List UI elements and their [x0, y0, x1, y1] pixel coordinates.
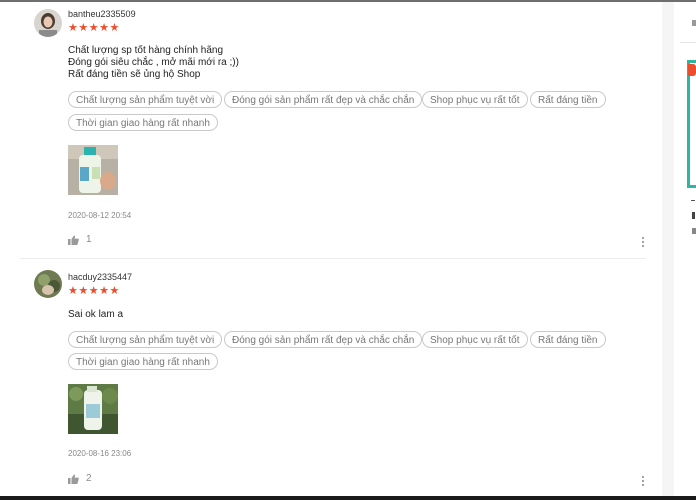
review-tag[interactable]: Shop phục vụ rất tốt [422, 91, 528, 108]
review-divider [20, 258, 646, 259]
more-options-icon[interactable] [641, 235, 645, 248]
sidebar-divider [680, 42, 696, 43]
avatar[interactable] [34, 9, 62, 37]
like-button[interactable]: 2 [68, 473, 92, 484]
card-text-stub [692, 20, 696, 26]
avatar[interactable] [34, 270, 62, 298]
like-count: 1 [86, 234, 92, 245]
username: bantheu2335509 [68, 9, 136, 19]
like-count: 2 [86, 473, 92, 484]
discount-badge [688, 64, 696, 76]
username: hacduy2335447 [68, 272, 133, 282]
review-tag[interactable]: Chất lượng sản phẩm tuyệt vời [68, 331, 223, 348]
more-options-icon[interactable] [641, 474, 645, 487]
review-tag[interactable]: Rất đáng tiền [530, 91, 606, 108]
card-text-stub [691, 200, 695, 201]
review-line: Sai ok lam a [68, 309, 124, 320]
card-text-stub [692, 228, 696, 234]
review-item: bantheu2335509 ★★★★★ Chất lượng sp tốt h… [0, 2, 662, 258]
review-tag[interactable]: Rất đáng tiền [530, 331, 606, 348]
right-sidebar [674, 2, 696, 496]
rating-stars: ★★★★★ [68, 22, 120, 34]
review-tag[interactable]: Thời gian giao hàng rất nhanh [68, 353, 218, 370]
review-line: Rất đáng tiền sẽ ủng hộ Shop [68, 69, 201, 80]
review-date: 2020-08-12 20:54 [68, 211, 132, 220]
review-item: hacduy2335447 ★★★★★ Sai ok lam a Chất lư… [0, 264, 662, 496]
review-photo[interactable] [68, 145, 118, 195]
review-photo[interactable] [68, 384, 118, 434]
column-gutter [662, 2, 674, 496]
review-line: Chất lượng sp tốt hàng chính hãng [68, 45, 224, 56]
review-line: Đóng gói siêu chắc , mở mãi mới ra ;)) [68, 57, 239, 68]
card-text-stub [692, 212, 695, 219]
reviews-panel: bantheu2335509 ★★★★★ Chất lượng sp tốt h… [0, 2, 662, 496]
review-date: 2020-08-16 23:06 [68, 449, 132, 458]
review-tag[interactable]: Shop phục vụ rất tốt [422, 331, 528, 348]
rating-stars: ★★★★★ [68, 285, 120, 297]
review-tag[interactable]: Đóng gói sản phẩm rất đẹp và chắc chắn [224, 91, 423, 108]
thumbs-up-icon [68, 235, 79, 245]
review-tag[interactable]: Chất lượng sản phẩm tuyệt vời [68, 91, 223, 108]
thumbs-up-icon [68, 474, 79, 484]
review-tag[interactable]: Thời gian giao hàng rất nhanh [68, 114, 218, 131]
review-tag[interactable]: Đóng gói sản phẩm rất đẹp và chắc chắn [224, 331, 423, 348]
bottom-border [0, 496, 696, 500]
like-button[interactable]: 1 [68, 234, 92, 245]
product-card-thumbnail[interactable] [687, 60, 696, 188]
